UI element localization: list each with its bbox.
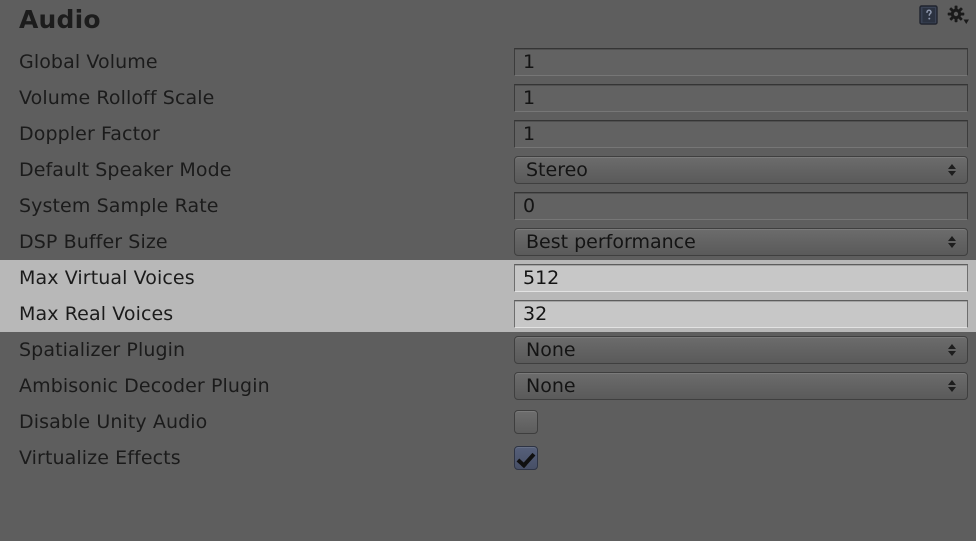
header-icon-group — [918, 4, 970, 26]
setting-label: Disable Unity Audio — [19, 411, 208, 433]
settings-row: Spatializer Plugin None — [0, 332, 976, 368]
setting-label: Spatializer Plugin — [19, 339, 186, 361]
text-input[interactable]: 1 — [514, 48, 968, 76]
chevron-updown-icon — [941, 337, 963, 363]
settings-row: Global Volume 1 — [0, 44, 976, 80]
dropdown-select[interactable]: None — [514, 336, 968, 364]
text-input[interactable]: 512 — [514, 264, 968, 292]
chevron-updown-icon — [941, 157, 963, 183]
text-input[interactable]: 32 — [514, 300, 968, 328]
setting-label: Ambisonic Decoder Plugin — [19, 375, 270, 397]
dropdown-value: None — [526, 375, 576, 397]
setting-label: Default Speaker Mode — [19, 159, 232, 181]
setting-label: System Sample Rate — [19, 195, 219, 217]
setting-control: 0 — [514, 192, 968, 220]
settings-row: Max Virtual Voices 512 — [0, 260, 976, 296]
setting-label: Global Volume — [19, 51, 158, 73]
chevron-updown-icon — [941, 229, 963, 255]
settings-row: Doppler Factor 1 — [0, 116, 976, 152]
text-input[interactable]: 0 — [514, 192, 968, 220]
settings-row: Default Speaker Mode Stereo — [0, 152, 976, 188]
dropdown-value: Best performance — [526, 231, 696, 253]
setting-label: Doppler Factor — [19, 123, 160, 145]
dropdown-value: None — [526, 339, 576, 361]
setting-control — [514, 410, 968, 434]
chevron-updown-icon — [941, 373, 963, 399]
settings-row: Volume Rolloff Scale 1 — [0, 80, 976, 116]
settings-row: DSP Buffer Size Best performance — [0, 224, 976, 260]
settings-row: Max Real Voices 32 — [0, 296, 976, 332]
setting-control: 512 — [514, 264, 968, 292]
checkbox-checked[interactable] — [514, 446, 538, 470]
setting-label: Virtualize Effects — [19, 447, 181, 469]
dropdown-value: Stereo — [526, 159, 588, 181]
page-title: Audio — [19, 5, 101, 34]
panel-header: Audio — [0, 0, 976, 44]
setting-label: Max Virtual Voices — [19, 267, 195, 289]
settings-row: Disable Unity Audio — [0, 404, 976, 440]
setting-control: 1 — [514, 84, 968, 112]
settings-row: System Sample Rate 0 — [0, 188, 976, 224]
setting-control: None — [514, 336, 968, 364]
setting-label: Volume Rolloff Scale — [19, 87, 215, 109]
settings-row: Virtualize Effects — [0, 440, 976, 476]
checkbox-unchecked[interactable] — [514, 410, 538, 434]
dropdown-select[interactable]: Best performance — [514, 228, 968, 256]
setting-control: Best performance — [514, 228, 968, 256]
text-input[interactable]: 1 — [514, 84, 968, 112]
setting-label: DSP Buffer Size — [19, 231, 168, 253]
setting-control: 32 — [514, 300, 968, 328]
setting-label: Max Real Voices — [19, 303, 174, 325]
settings-row: Ambisonic Decoder Plugin None — [0, 368, 976, 404]
text-input[interactable]: 1 — [514, 120, 968, 148]
setting-control: 1 — [514, 48, 968, 76]
setting-control — [514, 446, 968, 470]
dropdown-select[interactable]: None — [514, 372, 968, 400]
settings-row-list: Global Volume 1 Volume Rolloff Scale 1 Doppl… — [0, 44, 976, 476]
dropdown-select[interactable]: Stereo — [514, 156, 968, 184]
setting-control: Stereo — [514, 156, 968, 184]
setting-control: 1 — [514, 120, 968, 148]
help-book-icon[interactable] — [918, 4, 940, 26]
audio-settings-panel: Audio Global Volume 1 Volume Rolloff Sca… — [0, 0, 976, 541]
gear-dropdown-icon[interactable] — [946, 4, 970, 26]
setting-control: None — [514, 372, 968, 400]
